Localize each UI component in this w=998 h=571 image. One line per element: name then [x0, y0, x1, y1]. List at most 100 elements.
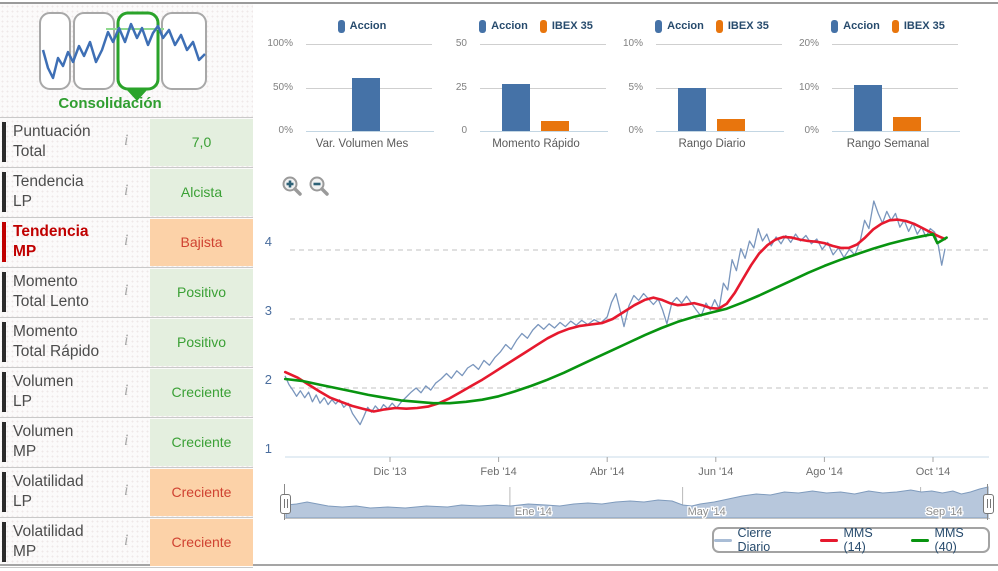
indicator-row-volumen-lp: VolumenLP i Creciente — [0, 368, 253, 418]
info-icon[interactable]: i — [124, 332, 128, 350]
x-tick-label: Jun '14 — [698, 466, 733, 478]
line-swatch — [714, 539, 732, 542]
indicator-label: VolumenLP — [13, 372, 73, 412]
navigator-area[interactable] — [286, 487, 988, 518]
phase-box-selected[interactable] — [118, 13, 158, 89]
indicator-value: Alcista — [150, 169, 253, 216]
minichart-plot: 100%50%0% — [306, 44, 432, 131]
info-icon[interactable]: i — [124, 382, 128, 400]
legend-item[interactable]: Accion — [655, 20, 704, 33]
info-icon[interactable]: i — [124, 532, 128, 550]
x-axis-line — [480, 131, 608, 132]
indicator-row-tendencia-lp: TendenciaLP i Alcista — [0, 168, 253, 218]
info-icon[interactable]: i — [124, 482, 128, 500]
y-tick-label: 0 — [461, 125, 467, 136]
indicator-label: TendenciaMP — [13, 222, 89, 262]
y-tick-label: 4 — [265, 234, 272, 249]
info-icon[interactable]: i — [124, 232, 128, 250]
indicator-label: VolatilidadLP — [13, 472, 84, 512]
y-tick-label: 50 — [456, 38, 467, 49]
legend-item[interactable]: Accion — [831, 20, 880, 33]
indicator-value: Creciente — [150, 519, 253, 566]
row-accent-bar — [2, 322, 6, 362]
gridline — [656, 88, 782, 89]
bar-accion[interactable] — [678, 88, 706, 131]
legend-item[interactable]: IBEX 35 — [716, 20, 769, 33]
legend-label: MMS (14) — [844, 526, 897, 554]
info-icon[interactable]: i — [124, 282, 128, 300]
navigator-tick-label: Ene '14 — [515, 506, 552, 518]
legend-item-cierre-diario[interactable]: Cierre Diario — [714, 526, 806, 554]
gridline — [480, 44, 606, 45]
indicator-row-volatilidad-lp: VolatilidadLP i Creciente — [0, 468, 253, 518]
indicator-label: MomentoTotal Rápido — [13, 322, 99, 362]
legend-label: IBEX 35 — [728, 20, 769, 32]
indicator-row-puntuacion-total: PuntuaciónTotal i 7,0 — [0, 117, 253, 168]
gridline — [306, 44, 432, 45]
indicator-row-volatilidad-mp: VolatilidadMP i Creciente — [0, 518, 253, 568]
legend-label: Accion — [350, 20, 387, 32]
legend-label: IBEX 35 — [904, 20, 945, 32]
main-price-chart[interactable]: 1234Dic '13Feb '14Abr '14Jun '14Ago '14O… — [255, 172, 995, 484]
row-accent-bar — [2, 122, 6, 162]
legend-label: Accion — [667, 20, 704, 32]
bar-accion[interactable] — [502, 84, 530, 131]
row-accent-bar — [2, 222, 6, 262]
minichart-title: Var. Volumen Mes — [282, 138, 442, 150]
info-icon[interactable]: i — [124, 432, 128, 450]
indicator-label: MomentoTotal Lento — [13, 272, 89, 312]
y-tick-label: 0% — [279, 125, 293, 136]
legend-item[interactable]: IBEX 35 — [540, 20, 593, 33]
legend-marker — [892, 20, 899, 33]
x-tick-label: Dic '13 — [373, 466, 406, 478]
minichart-legend: Accion IBEX 35 — [456, 18, 616, 34]
y-tick-label: 50% — [273, 82, 293, 93]
legend-label: MMS (40) — [935, 526, 988, 554]
x-tick-label: Abr '14 — [590, 466, 625, 478]
x-tick-label: Ago '14 — [806, 466, 843, 478]
minichart-plot: 10%5%0% — [656, 44, 782, 131]
minichart-plot: 20%10%0% — [832, 44, 958, 131]
indicator-row-momento-rapido: MomentoTotal Rápido i Positivo — [0, 318, 253, 368]
bar-ibex-35[interactable] — [717, 119, 745, 131]
minichart-legend: Accion — [282, 18, 442, 34]
y-tick-label: 3 — [265, 303, 272, 318]
legend-item-mms-40[interactable]: MMS (40) — [911, 526, 988, 554]
info-icon[interactable]: i — [124, 132, 128, 150]
series-cierre-diario[interactable] — [285, 201, 945, 425]
x-axis-line — [832, 131, 960, 132]
legend-item[interactable]: Accion — [338, 20, 387, 33]
bar-ibex-35[interactable] — [893, 117, 921, 131]
series-mms-14-[interactable] — [285, 220, 945, 412]
bar-accion[interactable] — [352, 78, 380, 131]
minichart-var-volumen-mes: Accion 100%50%0% Var. Volumen Mes — [282, 10, 442, 160]
y-tick-label: 1 — [265, 441, 272, 456]
legend-item-mms-14[interactable]: MMS (14) — [820, 526, 897, 554]
indicator-row-volumen-mp: VolumenMP i Creciente — [0, 418, 253, 468]
y-tick-label: 5% — [629, 82, 643, 93]
phase-label: Consolidación — [0, 95, 220, 112]
indicator-value: Bajista — [150, 219, 253, 266]
range-navigator[interactable]: Ene '14May '14Sep '14 — [284, 486, 990, 520]
legend-item[interactable]: IBEX 35 — [892, 20, 945, 33]
navigator-right-handle[interactable] — [983, 494, 994, 514]
legend-label: Cierre Diario — [738, 526, 806, 554]
info-icon[interactable]: i — [124, 182, 128, 200]
navigator-left-handle[interactable] — [280, 494, 291, 514]
phase-selector[interactable]: Consolidación — [0, 8, 220, 120]
indicator-value: Positivo — [150, 319, 253, 366]
x-axis-line — [656, 131, 784, 132]
gridline — [832, 44, 958, 45]
bar-ibex-35[interactable] — [541, 121, 569, 131]
y-tick-label: 100% — [267, 38, 293, 49]
row-accent-bar — [2, 372, 6, 412]
indicator-label: VolumenMP — [13, 422, 73, 462]
legend-item[interactable]: Accion — [479, 20, 528, 33]
bar-accion[interactable] — [854, 85, 882, 131]
x-axis-line — [306, 131, 434, 132]
legend-marker — [540, 20, 547, 33]
gridline — [656, 44, 782, 45]
legend-marker — [831, 20, 838, 33]
phase-box-4[interactable] — [162, 13, 206, 89]
top-border — [0, 2, 998, 4]
